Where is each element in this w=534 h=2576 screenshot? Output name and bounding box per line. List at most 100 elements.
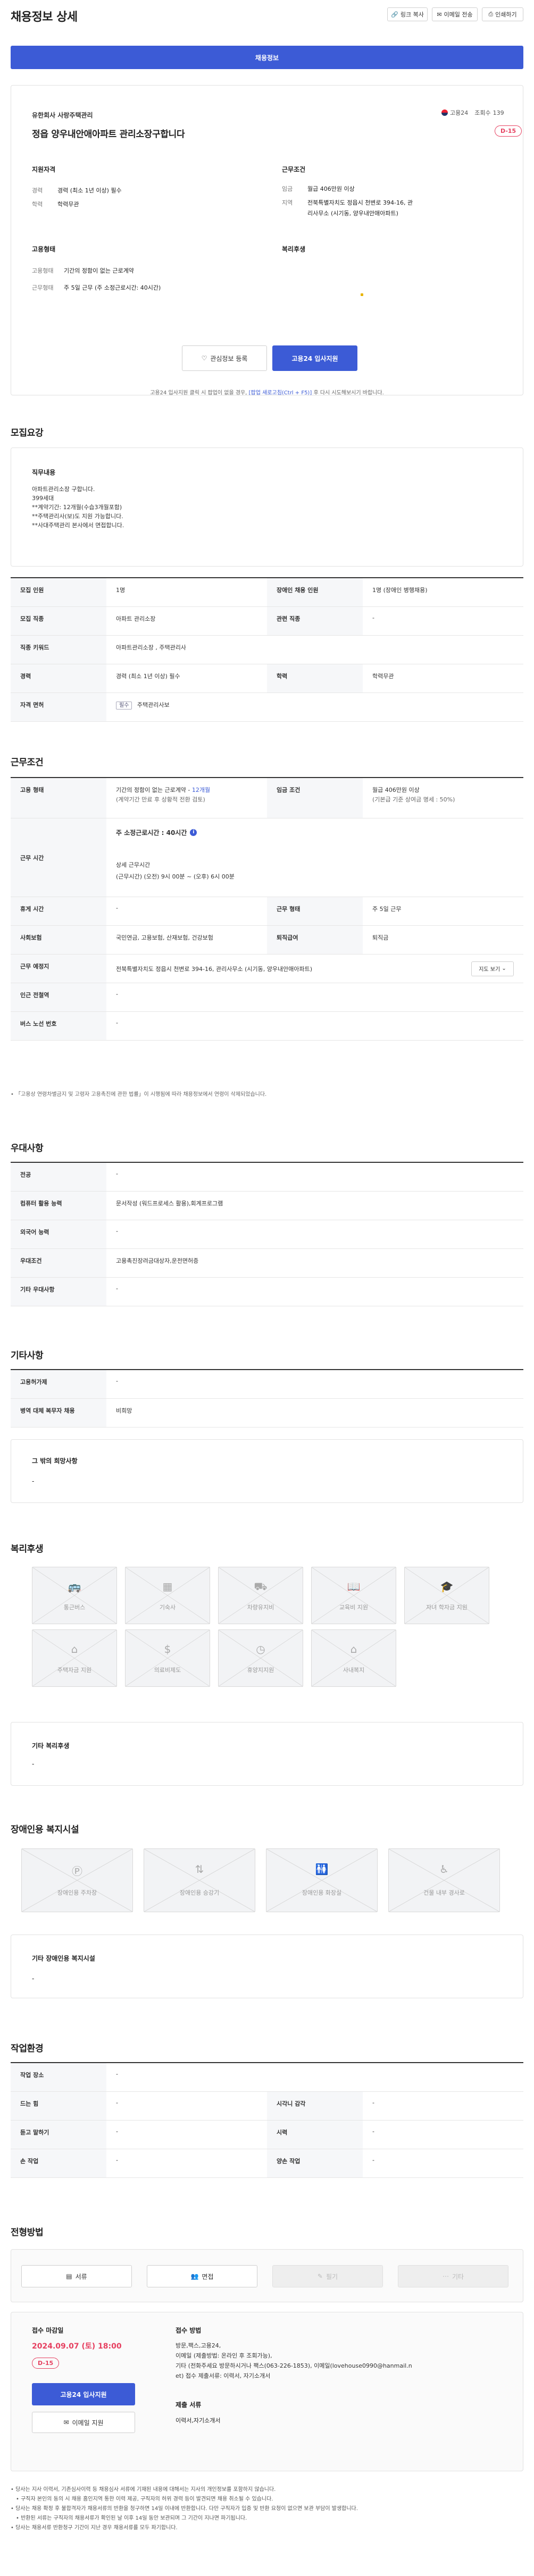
- printer-icon: ⎙: [488, 11, 494, 18]
- table-header-cell: 버스 노선 번호: [11, 1012, 106, 1040]
- table-row: 드는 힘 - 시각니 감각 -: [11, 2092, 523, 2121]
- table-row: 고용허가제 -: [11, 1370, 523, 1399]
- notice-item: • 당사는 채용서류 반환청구 기간이 지난 경우 채용서류를 모두 파기합니다…: [11, 2525, 178, 2531]
- apply-note-text: 고용24 입사지원 클릭 시 팝업이 없을 경우,: [150, 390, 247, 396]
- deadline-apply-label: 고용24 입사지원: [60, 2391, 107, 2398]
- method-content: 방문,팩스,고용24, 이메일 (제출방법: 온라인 후 조회가능), 기타 (…: [176, 2341, 505, 2381]
- table-header-cell: 모집 인원: [11, 578, 106, 606]
- docs-value: 이력서,자기소개서: [176, 2417, 221, 2424]
- table-header-cell: 학력: [267, 664, 363, 692]
- table-row: 컴퓨터 활용 능력 문서작성 (워드프로세스 활용),회계프로그램: [11, 1192, 523, 1220]
- vehicle-icon: ⛟: [254, 1580, 268, 1593]
- table-cell: -: [116, 2099, 118, 2106]
- table-cell: -: [116, 1285, 118, 1292]
- table-header-cell: 임금 조건: [267, 778, 363, 818]
- table-row: 인근 전철역 -: [11, 983, 523, 1012]
- duty-line: **사대주택관리 본사에서 면접합니다.: [32, 522, 124, 529]
- license-value: 주택관리사보: [137, 702, 170, 708]
- welfare-other-box: [11, 1722, 523, 1786]
- table-cell: 아파트 관리소장: [116, 615, 156, 622]
- qual-key: 경력: [32, 187, 43, 194]
- emp-key: 고용형태: [32, 267, 54, 274]
- table-cell: 전북특별자치도 정읍시 천변로 394-16, 관리사무소 (시기동, 양우내안…: [106, 955, 523, 983]
- disability-heading: 장애인용 복지시설: [11, 1825, 79, 1835]
- selection-step-label: 필기: [326, 2273, 338, 2281]
- table-row: 외국어 능력 -: [11, 1220, 523, 1249]
- welfare-heading: 복리후생: [11, 1544, 44, 1555]
- print-label: 인쇄하기: [495, 11, 517, 18]
- table-header-cell: 듣고 말하기: [11, 2121, 106, 2149]
- disability-other-value: -: [32, 1975, 35, 1982]
- table-header-cell: 사회보험: [11, 926, 106, 954]
- print-button[interactable]: ⎙ 인쇄하기: [482, 7, 523, 21]
- email-apply-button[interactable]: ✉ 이메일 지원: [32, 2412, 135, 2433]
- table-cell: -: [116, 905, 118, 911]
- wage-value: 월급 406만원 이상: [372, 787, 420, 793]
- table-cell: -: [372, 2099, 374, 2106]
- table-row: 듣고 말하기 - 시력 -: [11, 2121, 523, 2149]
- disability-other-label: 기타 장애인용 복지시설: [32, 1955, 95, 1962]
- placeholder-cross: [144, 1849, 255, 1912]
- table-header-cell: 관련 직종: [267, 607, 363, 635]
- work-heading: 근무조건: [11, 757, 44, 768]
- refresh-link[interactable]: [팝업 새로고침(Ctrl + F5)]: [249, 390, 312, 396]
- table-header-cell: 자격 면허: [11, 693, 106, 721]
- table-cell: 국민연금, 고용보험, 산재보험, 건강보험: [116, 934, 213, 941]
- notice-text: 반환된 서류는 구직자의 채용서류가 확인된 날 이후 14일 동안 보관되며 …: [21, 2515, 247, 2521]
- emp-value: 주 5일 근무 (주 소정근로시간: 40시간): [64, 284, 161, 291]
- deadline-label: 접수 마감일: [32, 2327, 64, 2334]
- cond-value: 월급 406만원 이상: [307, 185, 355, 192]
- facility-tile: ⇅ 장애인용 승강기: [144, 1848, 255, 1912]
- deadline-apply-button[interactable]: 고용24 입사지원: [32, 2383, 135, 2405]
- weekly-hours: 주 소정근로시간 : 40시간: [116, 829, 187, 837]
- interest-button[interactable]: ♡ 관심정보 등록: [182, 345, 267, 371]
- info-icon[interactable]: i: [190, 829, 197, 836]
- tab-job-info[interactable]: 채용정보: [11, 46, 523, 69]
- notice-item: • 당사는 지사 이력서, 기존심사이력 등 채용심사 서류에 기재된 내용에 …: [11, 2487, 276, 2493]
- map-button[interactable]: 지도 보기 ⌄: [471, 961, 514, 976]
- table-cell: -: [116, 1019, 118, 1026]
- contract-period: 12개월: [191, 787, 211, 793]
- wage-sub: (기본급 기준 상여금 명세 : 50%): [372, 796, 455, 803]
- table-cell: 1명 (장애인 병행채용): [372, 587, 428, 594]
- facility-label: 통근버스: [63, 1604, 86, 1611]
- views-count: 139: [493, 109, 504, 116]
- table-row: 사회보험 국민연금, 고용보험, 산재보험, 건강보험 퇴직급여 퇴직금: [11, 926, 523, 955]
- facility-label: 휴양지지원: [247, 1667, 274, 1674]
- apply-button[interactable]: 고용24 입사지원: [272, 345, 357, 371]
- table-header-cell: 시각니 감각: [267, 2092, 363, 2120]
- map-button-label: 지도 보기: [479, 967, 500, 973]
- email-apply-label: 이메일 지원: [72, 2419, 104, 2427]
- apply-note: 고용24 입사지원 클릭 시 팝업이 없을 경우, [팝업 새로고침(Ctrl …: [0, 388, 534, 396]
- cond-key: 지역: [282, 199, 293, 206]
- apply-label: 고용24 입사지원: [291, 354, 338, 362]
- table-cell: 학력무관: [372, 673, 394, 680]
- placeholder-cross: [22, 1849, 132, 1912]
- table-header-cell: 우대조건: [11, 1249, 106, 1277]
- table-header-cell: 인근 전철역: [11, 983, 106, 1011]
- qual-value: 학력무관: [57, 201, 79, 208]
- selection-step-label: 면접: [202, 2273, 214, 2281]
- views-label: 조회수: [474, 109, 491, 116]
- table-header-cell: 근무 시간: [11, 818, 106, 897]
- table-cell: 비희망: [116, 1407, 132, 1414]
- copy-link-button[interactable]: 🔗 링크 복사: [387, 7, 428, 21]
- table-header-cell: 병역 대체 복무자 채용: [11, 1399, 106, 1427]
- age-footnote-text: 「고용상 연령차별금지 및 고령자 고용촉진에 관한 법률」이 시행됨에 따라 …: [15, 1092, 267, 1097]
- email-send-button[interactable]: ✉ 이메일 전송: [432, 7, 478, 21]
- home-icon: ⌂: [350, 1643, 357, 1656]
- table-header-cell: 컴퓨터 활용 능력: [11, 1192, 106, 1220]
- table-cell: -: [116, 1378, 118, 1384]
- heart-icon: ♡: [201, 354, 207, 362]
- selection-step-label: 기타: [452, 2273, 464, 2281]
- duty-content: 아파트관리소장 구합니다. 399세대 **계약기간: 12개월(수습3개월포함…: [32, 485, 124, 530]
- selection-heading: 전형방법: [11, 2227, 44, 2238]
- table-header-cell: 장애인 채용 인원: [267, 578, 363, 606]
- employment-list: 고용형태 기간의 정함이 없는 근로계약 근무형태 주 5일 근무 (주 소정근로시…: [32, 263, 255, 297]
- table-header-cell: 작업 장소: [11, 2063, 106, 2091]
- facility-label: 건물 내부 경사로: [423, 1889, 465, 1896]
- qual-value: 경력 (최소 1년 이상) 필수: [57, 187, 122, 194]
- facility-label: 자녀 학자금 지원: [426, 1604, 468, 1611]
- table-cell: -: [372, 2157, 374, 2164]
- table-row: 자격 면허 필수 주택관리사보: [11, 693, 523, 722]
